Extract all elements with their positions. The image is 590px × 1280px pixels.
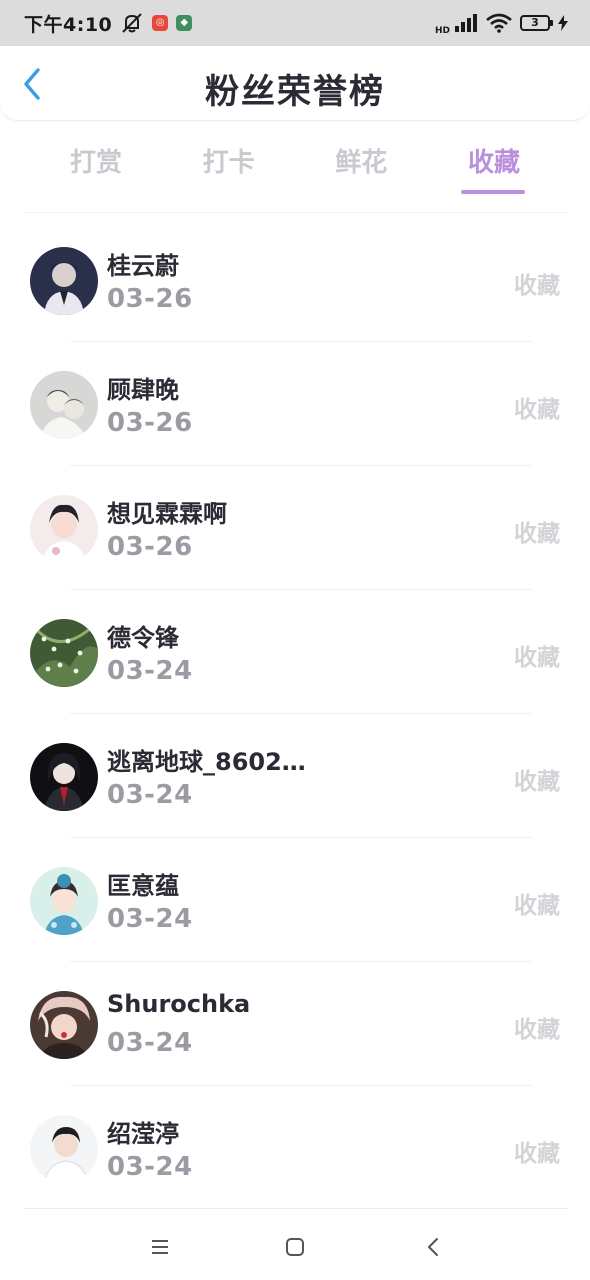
list-item-tag: 收藏 bbox=[514, 645, 560, 671]
nav-back-button[interactable] bbox=[418, 1232, 448, 1262]
tab-bar: 打赏 打卡 鲜花 收藏 bbox=[30, 132, 560, 202]
tab-flowers[interactable]: 鲜花 bbox=[295, 132, 427, 202]
signal-icon bbox=[454, 14, 478, 32]
tab-favorites[interactable]: 收藏 bbox=[428, 132, 560, 202]
list-item[interactable]: 匡意蕴 03-24 收藏 bbox=[0, 838, 590, 962]
hd-label: HD bbox=[434, 25, 450, 36]
list-item-name: 桂云蔚 bbox=[107, 252, 179, 280]
system-nav-bar bbox=[0, 1212, 590, 1280]
list-item-date: 03-24 bbox=[107, 780, 193, 810]
active-tab-indicator bbox=[460, 190, 525, 194]
avatar[interactable] bbox=[30, 619, 98, 687]
list-item-name: 匡意蕴 bbox=[107, 872, 179, 900]
status-bar-left: 下午4:10 ◎ ◆ bbox=[24, 10, 193, 37]
wifi-icon bbox=[486, 13, 512, 33]
list-item-tag: 收藏 bbox=[514, 769, 560, 795]
list-item[interactable]: 桂云蔚 03-26 收藏 bbox=[0, 218, 590, 342]
list-item[interactable]: 德令锋 03-24 收藏 bbox=[0, 590, 590, 714]
list-item-tag: 收藏 bbox=[514, 893, 560, 919]
list-item-tag: 收藏 bbox=[514, 397, 560, 423]
list-item-date: 03-24 bbox=[107, 656, 193, 686]
list-item[interactable]: 绍滢渟 03-24 收藏 bbox=[0, 1086, 590, 1210]
tab-label: 打赏 bbox=[69, 148, 122, 178]
status-bar-right: HD 3 bbox=[435, 11, 568, 36]
list-item-name: 想见霖霖啊 bbox=[107, 500, 227, 528]
tab-checkin[interactable]: 打卡 bbox=[163, 132, 295, 202]
list-item-name: 顾肆晚 bbox=[107, 376, 179, 404]
tabs-divider bbox=[24, 212, 568, 213]
list-item[interactable]: Shurochka 03-24 收藏 bbox=[0, 962, 590, 1086]
avatar[interactable] bbox=[30, 371, 98, 439]
list-item-tag: 收藏 bbox=[514, 1017, 560, 1043]
battery-icon: 3 bbox=[520, 15, 553, 31]
avatar[interactable] bbox=[30, 743, 98, 811]
list-item-date: 03-24 bbox=[107, 1028, 193, 1058]
status-time: 下午4:10 bbox=[24, 13, 113, 36]
list-item-date: 03-24 bbox=[107, 1152, 193, 1182]
menu-icon bbox=[152, 1240, 168, 1254]
tab-label: 收藏 bbox=[467, 148, 520, 178]
page-title: 粉丝荣誉榜 bbox=[205, 72, 385, 112]
list-item-name: Shurochka bbox=[107, 990, 251, 1018]
list-item-date: 03-24 bbox=[107, 904, 193, 934]
list-item-date: 03-26 bbox=[107, 532, 193, 562]
list-item-tag: 收藏 bbox=[514, 521, 560, 547]
avatar[interactable] bbox=[30, 867, 98, 935]
tab-label: 打卡 bbox=[202, 148, 255, 178]
list-item-name: 逃离地球_8602… bbox=[107, 748, 306, 776]
shield-icon: ◆ bbox=[176, 15, 193, 31]
list-item[interactable]: 逃离地球_8602… 03-24 收藏 bbox=[0, 714, 590, 838]
status-bar: 下午4:10 ◎ ◆ HD 3 bbox=[0, 0, 590, 46]
home-square-icon bbox=[286, 1238, 304, 1256]
avatar[interactable] bbox=[30, 495, 98, 563]
list-item-date: 03-26 bbox=[107, 408, 193, 438]
tab-reward[interactable]: 打赏 bbox=[30, 132, 162, 202]
list-item-name: 德令锋 bbox=[107, 624, 179, 652]
fan-list: 桂云蔚 03-26 收藏 顾肆晚 03-26 收藏 想见霖霖啊 03-26 收藏… bbox=[0, 218, 590, 1210]
bottom-divider bbox=[24, 1208, 568, 1209]
list-item-tag: 收藏 bbox=[514, 1141, 560, 1167]
tab-label: 鲜花 bbox=[335, 148, 388, 178]
nav-menu-button[interactable] bbox=[145, 1232, 175, 1262]
nav-home-button[interactable] bbox=[280, 1232, 310, 1262]
app-notification-icon: ◎ bbox=[152, 15, 169, 31]
header-bar: 粉丝荣誉榜 bbox=[0, 46, 590, 121]
charging-bolt-icon bbox=[558, 15, 568, 31]
list-item-name: 绍滢渟 bbox=[107, 1120, 179, 1148]
list-item-date: 03-26 bbox=[107, 284, 193, 314]
avatar[interactable] bbox=[30, 1115, 98, 1183]
list-item[interactable]: 顾肆晚 03-26 收藏 bbox=[0, 342, 590, 466]
avatar[interactable] bbox=[30, 247, 98, 315]
avatar[interactable] bbox=[30, 991, 98, 1059]
list-item-tag: 收藏 bbox=[514, 273, 560, 299]
list-item[interactable]: 想见霖霖啊 03-26 收藏 bbox=[0, 466, 590, 590]
back-chevron-icon bbox=[428, 1238, 438, 1256]
mute-icon bbox=[120, 12, 144, 34]
